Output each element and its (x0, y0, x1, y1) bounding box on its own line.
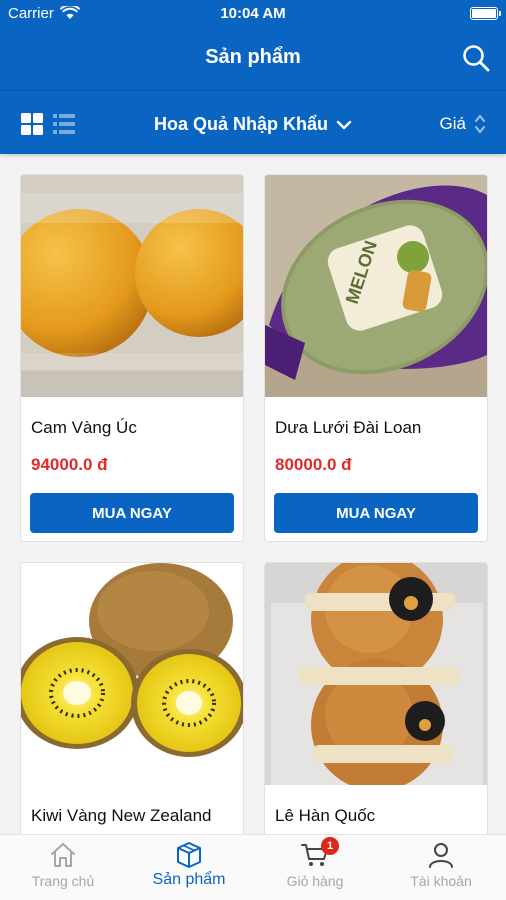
product-name: Cam Vàng Úc (31, 418, 137, 437)
user-icon (429, 843, 453, 868)
status-bar: Carrier 10:04 AM (0, 0, 506, 28)
product-price: 94000.0 đ (31, 455, 108, 474)
sort-icon (475, 115, 485, 133)
product-card[interactable]: MELON Dưa Lưới Đài Loan 80000.0 đ MUA NG… (264, 174, 488, 542)
filter-bar: Hoa Quả Nhập Khẩu Giá (0, 90, 506, 154)
sort-by-price[interactable]: Giá (440, 113, 486, 135)
product-card[interactable]: Kiwi Vàng New Zealand (20, 562, 244, 834)
tab-products[interactable]: Sản phẩm (126, 835, 252, 900)
tab-label: Trang chủ (31, 873, 95, 889)
product-name: Kiwi Vàng New Zealand (31, 806, 212, 825)
buy-now-button[interactable]: MUA NGAY (30, 493, 234, 533)
battery-icon (470, 7, 501, 20)
product-grid: Cam Vàng Úc 94000.0 đ MUA NGAY MELON Dưa… (20, 174, 488, 834)
pears-image[interactable] (265, 563, 488, 785)
tab-label: Giỏ hàng (286, 873, 344, 889)
tab-label: Sản phẩm (152, 871, 226, 888)
tab-home[interactable]: Trang chủ (0, 835, 126, 900)
page-title: Sản phẩm (205, 46, 301, 68)
nav-bar: Sản phẩm (0, 28, 506, 90)
product-price: 80000.0 đ (275, 455, 352, 474)
tab-label: Tài khoản (410, 873, 472, 889)
product-name: Dưa Lưới Đài Loan (275, 418, 422, 437)
melon-image[interactable]: MELON (265, 175, 488, 397)
search-icon[interactable] (460, 42, 492, 74)
kiwi-image[interactable] (21, 563, 244, 785)
tab-cart[interactable]: 1 Giỏ hàng (252, 835, 378, 900)
list-view-icon[interactable] (52, 112, 76, 136)
product-card[interactable]: Lê Hàn Quốc (264, 562, 488, 834)
home-icon (51, 843, 75, 867)
category-label: Hoa Quả Nhập Khẩu (154, 114, 329, 134)
sort-label: Giá (439, 114, 466, 133)
chevron-down-icon (336, 120, 352, 129)
product-name: Lê Hàn Quốc (275, 806, 376, 825)
status-time: 10:04 AM (220, 5, 286, 22)
oranges-image[interactable] (21, 175, 244, 397)
box-icon (177, 842, 201, 868)
tab-account[interactable]: Tài khoản (378, 835, 504, 900)
cart-badge: 1 (321, 837, 339, 855)
grid-view-icon[interactable] (20, 112, 44, 136)
tab-bar: Trang chủ Sản phẩm 1 Giỏ hàng Tài khoản (0, 834, 506, 900)
category-selector[interactable]: Hoa Quả Nhập Khẩu (154, 114, 352, 135)
buy-now-button[interactable]: MUA NGAY (274, 493, 478, 533)
product-card[interactable]: Cam Vàng Úc 94000.0 đ MUA NGAY (20, 174, 244, 542)
